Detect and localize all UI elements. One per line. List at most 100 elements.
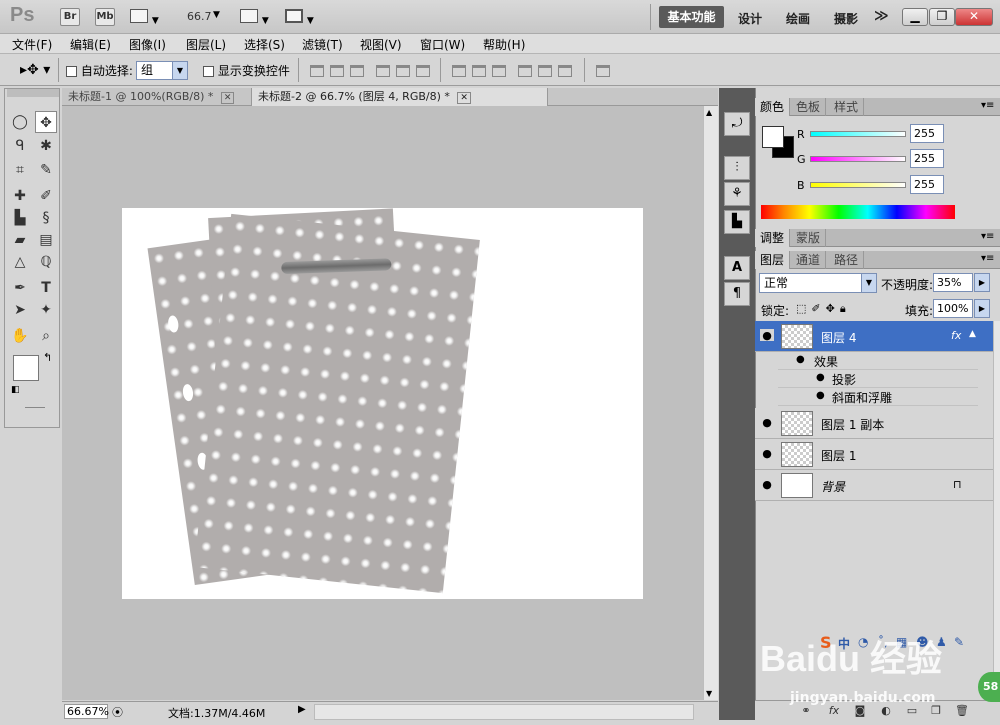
green-value-field[interactable]: 255 (910, 149, 944, 168)
horizontal-scrollbar[interactable] (314, 704, 694, 720)
visibility-eye-icon[interactable]: ● (760, 478, 774, 491)
close-icon[interactable]: ✕ (220, 92, 235, 104)
lock-options[interactable]: ⬚✐✥🔒︎ (796, 302, 851, 316)
lock-all-icon[interactable]: 🔒︎ (840, 302, 851, 315)
tab-color[interactable]: 颜色 (755, 98, 791, 116)
visibility-eye-icon[interactable]: ● (760, 416, 774, 429)
arrange-documents-dropdown[interactable]: ▼ (240, 9, 272, 26)
distribute-top-icon[interactable] (452, 65, 466, 77)
layer-effects-group[interactable]: ● 效果 (778, 352, 978, 370)
blue-value-field[interactable]: 255 (910, 175, 944, 194)
distribute-vcenter-icon[interactable] (472, 65, 486, 77)
menu-file[interactable]: 文件(F) (12, 36, 52, 53)
screen-mode-dropdown[interactable]: ▼ (285, 9, 319, 26)
tab-masks[interactable]: 蒙版 (791, 229, 827, 247)
brush-tool-icon[interactable]: ✐ (35, 185, 57, 207)
lasso-tool-icon[interactable]: ᑫ (9, 135, 31, 157)
workspace-more-button[interactable]: ≫ (874, 8, 889, 24)
menu-window[interactable]: 窗口(W) (420, 36, 465, 53)
character-panel-icon[interactable]: A (724, 256, 750, 280)
color-foreground-swatch[interactable] (762, 126, 784, 148)
blend-mode-dropdown[interactable]: 正常 ▼ (759, 273, 877, 293)
tab-styles[interactable]: 样式 (829, 98, 865, 116)
fill-slider-arrow-icon[interactable]: ▶ (974, 299, 990, 318)
align-left-icon[interactable] (376, 65, 390, 77)
tab-layers[interactable]: 图层 (755, 251, 791, 269)
layer-row-background[interactable]: ● 背景 ⊓ (755, 470, 993, 501)
menu-help[interactable]: 帮助(H) (483, 36, 525, 53)
align-right-icon[interactable] (416, 65, 430, 77)
vertical-scrollbar[interactable]: ▲ ▼ (703, 106, 718, 700)
close-icon[interactable]: ✕ (457, 92, 471, 104)
visibility-eye-icon[interactable]: ● (816, 390, 825, 401)
marquee-tool-icon[interactable]: ◯ (9, 111, 31, 133)
panel-menu-icon[interactable]: ▾≡ (981, 231, 994, 242)
delete-layer-icon[interactable]: 🗑︎ (955, 704, 969, 717)
quick-mask-icon[interactable] (25, 407, 45, 411)
effect-bevel-emboss[interactable]: ● 斜面和浮雕 (778, 388, 978, 406)
gradient-tool-icon[interactable]: ▤ (35, 229, 57, 251)
opacity-field[interactable]: 35% (933, 273, 973, 292)
menu-filter[interactable]: 滤镜(T) (302, 36, 343, 53)
align-top-icon[interactable] (310, 65, 324, 77)
status-zoom-field[interactable]: 66.67% (64, 704, 109, 719)
menu-layer[interactable]: 图层(L) (186, 36, 226, 53)
green-slider[interactable] (810, 156, 906, 162)
chevron-down-icon[interactable]: ▼ (213, 10, 220, 20)
blue-slider[interactable] (810, 182, 906, 188)
status-options-icon[interactable]: ⦿ (112, 704, 123, 720)
visibility-eye-icon[interactable]: ● (796, 354, 805, 365)
menu-image[interactable]: 图像(I) (129, 36, 166, 53)
type-tool-icon[interactable]: T (35, 277, 57, 299)
clone-stamp-tool-icon[interactable]: ▙ (9, 207, 31, 229)
panel-menu-icon[interactable]: ▾≡ (981, 100, 994, 111)
pen-tool-icon[interactable]: ✒ (9, 277, 31, 299)
ime-settings-icon[interactable]: ✎ (954, 635, 964, 649)
brush-presets-panel-icon[interactable]: ⫶ (724, 156, 750, 180)
default-colors-icon[interactable]: ◧ (11, 385, 20, 395)
fill-field[interactable]: 100% (933, 299, 973, 318)
collapse-effects-icon[interactable]: ▲ (969, 329, 976, 339)
panel-menu-icon[interactable]: ▾≡ (981, 253, 994, 264)
crop-tool-icon[interactable]: ⌗ (9, 159, 31, 181)
distribute-right-icon[interactable] (558, 65, 572, 77)
red-slider[interactable] (810, 131, 906, 137)
scroll-up-icon[interactable]: ▲ (706, 108, 712, 117)
swap-colors-icon[interactable]: ↰ (43, 351, 52, 364)
lock-transparent-icon[interactable]: ⬚ (796, 302, 811, 315)
workspace-design-button[interactable]: 设计 (738, 10, 762, 27)
hand-tool-icon[interactable]: ✋ (9, 325, 31, 347)
floating-badge[interactable]: 58 (978, 672, 1000, 702)
move-tool-icon[interactable]: ✥ (35, 111, 57, 133)
auto-select-target-dropdown[interactable]: 组 ▼ (136, 61, 188, 80)
lock-position-icon[interactable]: ✥ (826, 302, 840, 315)
visibility-eye-icon[interactable]: ● (760, 447, 774, 460)
menu-view[interactable]: 视图(V) (360, 36, 402, 53)
healing-brush-tool-icon[interactable]: ✚ (9, 185, 31, 207)
distribute-hcenter-icon[interactable] (538, 65, 552, 77)
magic-wand-tool-icon[interactable]: ✱ (35, 135, 57, 157)
close-button[interactable]: ✕ (955, 8, 993, 26)
mini-bridge-button[interactable]: Mb (95, 8, 115, 26)
path-selection-tool-icon[interactable]: ➤ (9, 299, 31, 321)
align-bottom-icon[interactable] (350, 65, 364, 77)
effect-drop-shadow[interactable]: ● 投影 (778, 370, 978, 388)
status-menu-arrow-icon[interactable]: ▶ (298, 704, 306, 715)
align-hcenter-icon[interactable] (396, 65, 410, 77)
minimize-button[interactable]: ▁ (902, 8, 928, 26)
eraser-tool-icon[interactable]: ▰ (9, 229, 31, 251)
zoom-tool-icon[interactable]: ⌕ (35, 325, 57, 347)
tab-document-2[interactable]: 未标题-2 @ 66.7% (图层 4, RGB/8) * ✕ (252, 88, 548, 106)
distribute-left-icon[interactable] (518, 65, 532, 77)
tab-adjustments[interactable]: 调整 (755, 229, 791, 247)
opacity-slider-arrow-icon[interactable]: ▶ (974, 273, 990, 292)
brush-panel-icon[interactable]: ⚘ (724, 182, 750, 206)
restore-button[interactable]: ❐ (929, 8, 955, 26)
menu-edit[interactable]: 编辑(E) (70, 36, 111, 53)
scroll-down-icon[interactable]: ▼ (706, 689, 712, 698)
show-transform-controls-checkbox[interactable]: 显示变换控件 (203, 62, 290, 79)
blur-tool-icon[interactable]: △ (9, 251, 31, 273)
distribute-bottom-icon[interactable] (492, 65, 506, 77)
shape-tool-icon[interactable]: ✦ (35, 299, 57, 321)
history-brush-tool-icon[interactable]: § (35, 207, 57, 229)
